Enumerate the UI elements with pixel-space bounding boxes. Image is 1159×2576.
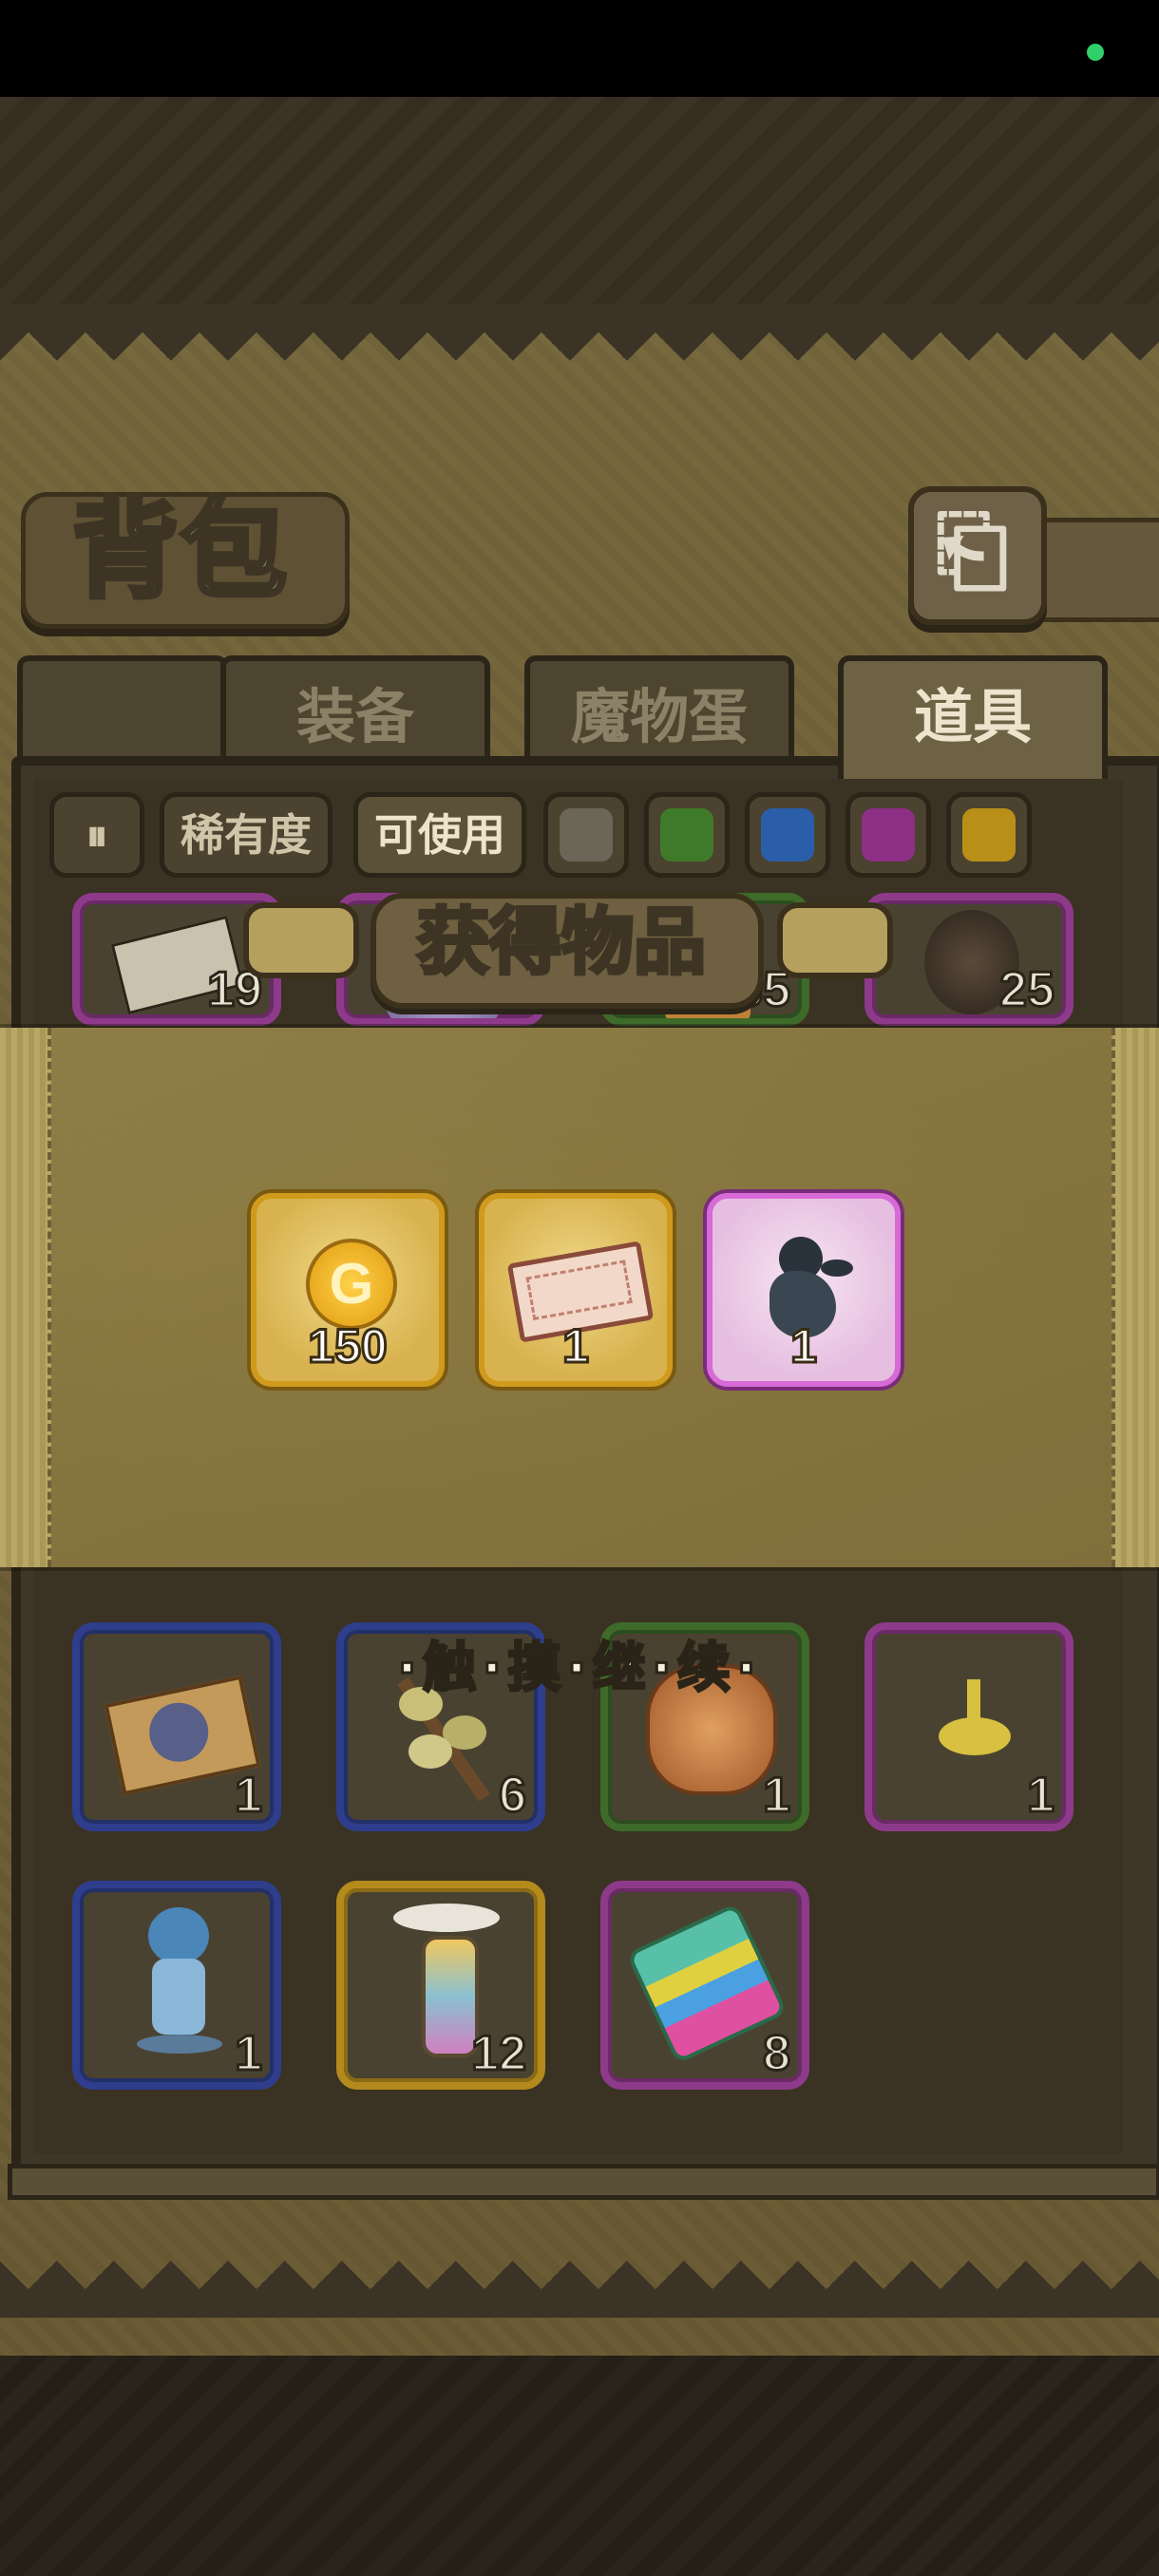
rarity-filter-button[interactable]: 稀有度 — [160, 792, 332, 878]
inventory-slot[interactable]: 1 — [72, 1622, 281, 1831]
reward-slot-ticket[interactable]: 1 — [479, 1193, 673, 1387]
item-count: 1 — [1026, 1767, 1056, 1825]
sort-toggle-icon: ⏸ — [86, 809, 108, 861]
filter-grey-button[interactable] — [543, 792, 629, 878]
usable-filter-button[interactable]: 可使用 — [353, 792, 526, 878]
inventory-slot[interactable]: 25 — [864, 893, 1074, 1026]
tab-items[interactable]: 道具 — [838, 655, 1108, 779]
return-icon[interactable]: ⎗ — [908, 486, 1036, 614]
touch-to-continue-prompt[interactable]: ·触·摸·继·续· — [285, 1626, 874, 1712]
modal-title: 获得物品 — [415, 898, 708, 986]
inventory-slot[interactable]: 1 — [864, 1622, 1074, 1831]
filter-blue-button[interactable] — [745, 792, 830, 878]
map-edge-top — [0, 304, 1159, 361]
reward-count: 150 — [307, 1318, 389, 1374]
filter-green-button[interactable] — [644, 792, 730, 878]
background-bottom — [0, 2356, 1159, 2576]
modal-title-decoration-left — [243, 902, 359, 978]
filter-purple-button[interactable] — [846, 792, 931, 878]
inventory-slot[interactable]: 1 — [72, 1881, 281, 2090]
reward-slot-gold[interactable]: G 150 — [251, 1193, 445, 1387]
filter-gold-button[interactable] — [946, 792, 1032, 878]
reward-slot-dragon[interactable]: 1 — [707, 1193, 901, 1387]
map-edge-bottom — [0, 2261, 1159, 2318]
indicator-dot — [1087, 44, 1104, 61]
figure-icon — [133, 1907, 224, 2069]
item-count: 8 — [762, 2025, 792, 2083]
background-top — [0, 97, 1159, 306]
item-count: 1 — [234, 2025, 264, 2083]
status-bar — [0, 0, 1159, 97]
reward-count: 1 — [789, 1318, 819, 1374]
modal-title-decoration-right — [777, 902, 893, 978]
item-count: 1 — [234, 1767, 264, 1825]
inventory-slot[interactable]: 12 — [336, 1881, 545, 2090]
item-count: 25 — [998, 961, 1056, 1019]
sort-toggle-button[interactable]: ⏸ — [49, 792, 144, 878]
modal-left-edge — [0, 1028, 51, 1567]
page-title: 背包 — [70, 487, 290, 616]
reward-count: 1 — [561, 1318, 591, 1374]
modal-right-edge — [1112, 1028, 1159, 1567]
panel-bottom-rail — [8, 2164, 1159, 2200]
lever-icon — [939, 1679, 1011, 1755]
item-count: 6 — [498, 1767, 528, 1825]
item-count: 12 — [470, 2025, 528, 2083]
gold-coin-icon: G — [306, 1239, 397, 1330]
item-count: 1 — [762, 1767, 792, 1825]
inventory-slot[interactable]: 8 — [600, 1881, 809, 2090]
